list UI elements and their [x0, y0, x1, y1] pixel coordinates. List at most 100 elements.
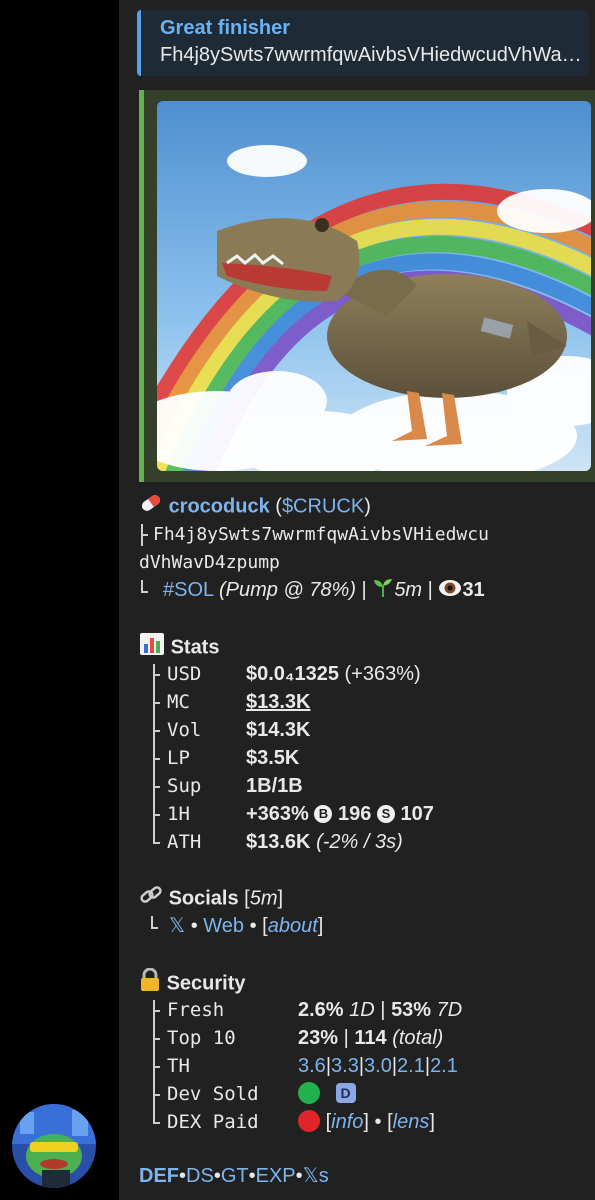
- web-link[interactable]: Web: [203, 915, 244, 937]
- security-row-top10: Top 10 23% | 114 (total): [139, 1024, 591, 1052]
- token-name-link[interactable]: crocoduck: [169, 495, 270, 517]
- separator: |: [427, 579, 433, 601]
- top-holder-link[interactable]: 3.3: [331, 1055, 359, 1077]
- dot-separator: •: [190, 915, 198, 937]
- socials-heading: Socials: [168, 887, 239, 910]
- dot-separator: •: [295, 1165, 303, 1187]
- reply-preview[interactable]: Great finisher Fh4j8ySwts7wwrmfqwAivbsVH…: [137, 10, 589, 76]
- top-holder-link[interactable]: 2.1: [430, 1055, 458, 1077]
- separator: |: [380, 999, 386, 1021]
- top-holder-link[interactable]: 2.1: [397, 1055, 425, 1077]
- token-address-row-2[interactable]: dVhWavD4zpump: [139, 548, 591, 576]
- price-change: +363%: [246, 803, 309, 825]
- token-address-line1[interactable]: Fh4j8ySwts7wwrmfqwAivbsVHiedwcu: [153, 524, 489, 545]
- stat-row-ath: ATH $13.6K (-2% / 3s): [139, 828, 591, 856]
- stats-heading-row: Stats: [139, 632, 591, 660]
- holders-total-label: (total): [392, 1027, 444, 1049]
- socials-heading-row: Socials [5m]: [139, 884, 591, 912]
- stats-list: USD $0.0₄1325 (+363%) MC $13.3K Vol $14.…: [139, 660, 591, 856]
- link-icon: [139, 884, 163, 914]
- stat-row-lp: LP $3.5K: [139, 744, 591, 772]
- chain-link[interactable]: #SOL: [163, 579, 213, 601]
- stat-value: $3.5K: [246, 747, 300, 769]
- dot-separator: •: [374, 1111, 382, 1133]
- security-heading-row: Security: [139, 967, 591, 996]
- stat-row-vol: Vol $14.3K: [139, 716, 591, 744]
- stats-heading: Stats: [170, 636, 220, 659]
- stat-value: $0.0₄1325: [246, 663, 339, 685]
- stat-key: USD: [167, 663, 202, 685]
- stat-row-1h: 1H +363% B 196 S 107: [139, 800, 591, 828]
- green-circle-icon: [298, 1082, 320, 1104]
- paren-open: (: [269, 495, 282, 518]
- dot-separator: •: [179, 1165, 187, 1187]
- footer-links: DEF•DS•GT•EXP•𝕏s: [139, 1163, 329, 1189]
- fresh-1d-value: 2.6%: [298, 999, 344, 1021]
- security-row-th: TH 3.6|3.3|3.0|2.1|2.1: [139, 1052, 591, 1080]
- info-link[interactable]: info: [331, 1111, 363, 1133]
- separator: |: [343, 1027, 349, 1049]
- gt-link[interactable]: GT: [221, 1165, 249, 1187]
- dot-separator: •: [248, 1165, 256, 1187]
- ath-value: $13.6K: [246, 831, 311, 853]
- stat-value: 1B/1B: [246, 775, 303, 797]
- def-link[interactable]: DEF: [139, 1165, 179, 1187]
- eye-icon: [438, 577, 462, 605]
- token-ticker-link[interactable]: $CRUCK: [282, 495, 364, 517]
- pill-icon: [139, 492, 163, 522]
- socials-links-row: 𝕏 • Web • [about]: [139, 912, 591, 940]
- ds-link[interactable]: DS: [186, 1165, 214, 1187]
- stat-key: ATH: [167, 831, 202, 853]
- pump-progress: (Pump @ 78%): [218, 579, 356, 601]
- stat-row-mc: MC $13.3K: [139, 688, 591, 716]
- security-row-dex-paid: DEX Paid [info] • [lens]: [139, 1108, 591, 1136]
- security-key: TH: [167, 1055, 190, 1077]
- paren-close: ): [364, 495, 371, 518]
- stat-row-usd: USD $0.0₄1325 (+363%): [139, 660, 591, 688]
- security-row-dev-sold: Dev Sold D: [139, 1080, 591, 1108]
- stat-key: MC: [167, 691, 190, 713]
- buys-icon: B: [314, 805, 333, 823]
- x-link[interactable]: 𝕏: [169, 915, 185, 937]
- security-row-fresh: Fresh 2.6% 1D | 53% 7D: [139, 996, 591, 1024]
- stat-key: LP: [167, 747, 190, 769]
- top-holder-link[interactable]: 3.0: [364, 1055, 392, 1077]
- security-heading: Security: [166, 972, 246, 995]
- dev-badge-button[interactable]: D: [335, 1083, 356, 1103]
- buys-count: 196: [337, 803, 372, 825]
- security-key: Dev Sold: [167, 1083, 259, 1105]
- view-count: 31: [462, 579, 485, 601]
- lens-link[interactable]: lens: [393, 1111, 430, 1133]
- dot-separator: •: [213, 1165, 221, 1187]
- token-age: 5m: [394, 579, 423, 601]
- token-image[interactable]: [157, 101, 591, 471]
- stat-key: Vol: [167, 719, 202, 741]
- security-key: DEX Paid: [167, 1111, 259, 1133]
- tree-end: [151, 912, 163, 940]
- dot-separator: •: [249, 915, 257, 937]
- top-holder-link[interactable]: 3.6: [298, 1055, 326, 1077]
- token-address-row[interactable]: Fh4j8ySwts7wwrmfqwAivbsVHiedwcu: [139, 520, 591, 548]
- stat-value: $14.3K: [246, 719, 311, 741]
- token-header: crocoduck ($CRUCK): [139, 492, 591, 520]
- fresh-1d-label: 1D: [349, 999, 375, 1021]
- tree-end: [141, 576, 153, 604]
- security-key: Fresh: [167, 999, 225, 1021]
- exp-link[interactable]: EXP: [256, 1165, 296, 1187]
- stat-key: 1H: [167, 803, 190, 825]
- fresh-7d-label: 7D: [436, 999, 463, 1021]
- ath-extra: (-2% / 3s): [316, 831, 403, 853]
- stat-row-sup: Sup 1B/1B: [139, 772, 591, 800]
- fresh-7d-value: 53%: [391, 999, 432, 1021]
- security-list: Fresh 2.6% 1D | 53% 7D Top 10 23% | 114 …: [139, 996, 591, 1136]
- tree-branch: [141, 520, 153, 548]
- holders-total: 114: [354, 1027, 387, 1049]
- sells-icon: S: [376, 805, 395, 823]
- about-link[interactable]: about: [268, 915, 318, 937]
- stat-value-link[interactable]: $13.3K: [246, 688, 311, 716]
- token-address-line2[interactable]: dVhWavD4zpump: [139, 552, 280, 573]
- xs-link[interactable]: 𝕏s: [303, 1165, 329, 1187]
- avatar[interactable]: [12, 1104, 96, 1188]
- red-circle-icon: [298, 1110, 320, 1132]
- separator: |: [361, 579, 367, 601]
